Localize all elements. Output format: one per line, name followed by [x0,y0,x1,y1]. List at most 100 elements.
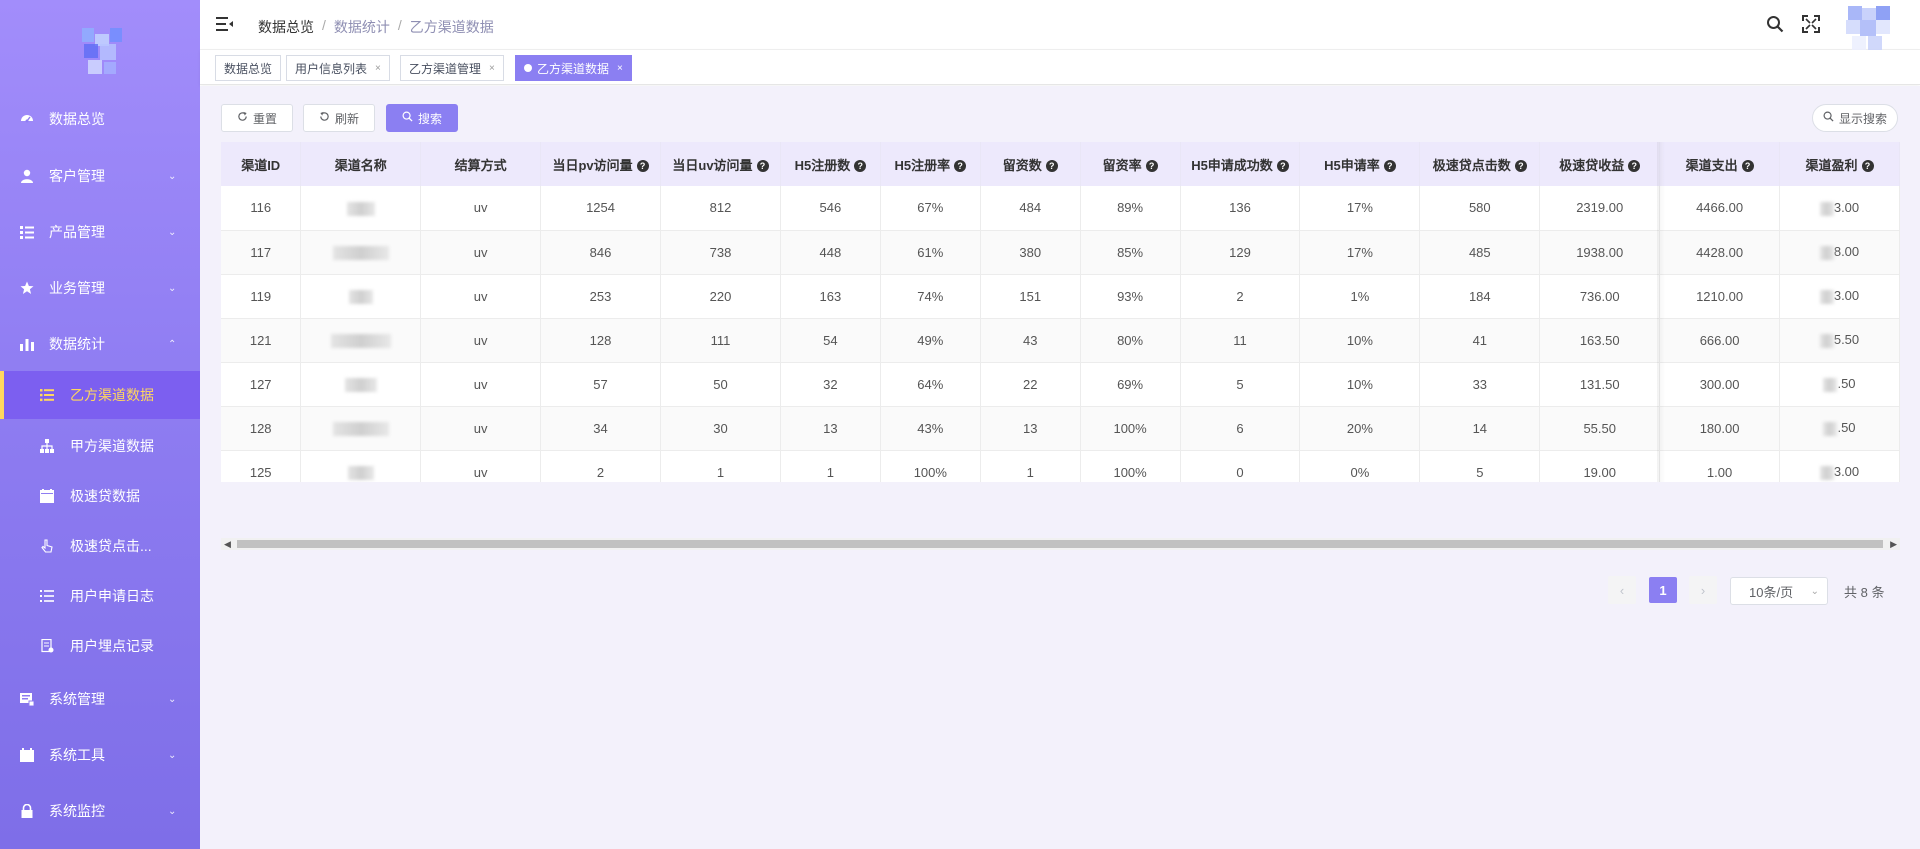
breadcrumb-item: 数据统计 [333,19,390,35]
refresh-button[interactable]: 刷新 [303,104,375,132]
logo [82,28,122,76]
table-cell: 61% [880,230,981,275]
user-icon [20,169,34,183]
menu-item-business[interactable]: 业务管理 ⌄ [0,263,200,313]
help-icon[interactable]: ? [854,160,867,173]
menu-item-system-management[interactable]: 系统管理 ⌄ [0,674,200,724]
search-button[interactable]: 搜索 [386,104,458,132]
fullscreen-icon[interactable] [1802,15,1820,36]
table-cell: 10% [1299,318,1421,363]
cell-value: 4466.00 [1696,200,1744,216]
horizontal-scrollbar[interactable]: ◀ ▶ [221,538,1900,550]
sidebar-item-party-b-channel-data[interactable]: 乙方渠道数据 [0,371,200,419]
table-cell: 163.50 [1539,318,1661,363]
table-row: 121 uv 128 111 54 49% 43 80% 11 10% 41 163.50 666.00… [221,318,1900,363]
help-icon[interactable]: ? [1861,160,1874,173]
tag-party-b-channel-data[interactable]: 乙方渠道数据 × [515,55,632,81]
table-cell: 116 [221,186,302,231]
scrollbar-thumb[interactable] [237,540,1883,548]
menu-item-statistics[interactable]: 数据统计 ⌃ [0,319,200,369]
cell-value: uv [473,244,488,260]
close-icon[interactable]: × [617,63,623,74]
menu-item-system-tools[interactable]: 系统工具 ⌄ [0,730,200,780]
table-cell: 736.00 [1539,274,1661,319]
chevron-down-icon: ⌄ [168,226,177,238]
cell-value: uv [473,332,488,348]
close-icon[interactable]: × [489,63,495,74]
column-header: 渠道ID [221,142,302,186]
sidebar-item-quick-loan-clicks[interactable]: 极速贷点击... [0,522,200,570]
menu-item-customers[interactable]: 客户管理 ⌄ [0,151,200,201]
help-icon[interactable]: ? [756,160,769,173]
table-cell: 119 [221,274,302,319]
cell-value: 111 [710,332,731,348]
cell-value: 32 [823,376,838,392]
table-cell: 3.00 [1779,450,1900,482]
page-number-current[interactable]: 1 [1649,577,1677,603]
help-icon[interactable]: ? [1383,160,1396,173]
table-cell: 5.50 [1779,318,1900,363]
star-icon [20,281,34,295]
table-cell: 448 [780,230,881,275]
table-cell: 580 [1419,186,1541,231]
search-icon[interactable] [1766,15,1784,36]
cell-value: 61% [917,244,944,260]
toggle-search-button[interactable]: 显示搜索 [1812,104,1898,132]
cell-value: 67% [917,200,944,216]
menu-item-system-monitor[interactable]: 系统监控 ⌄ [0,786,200,836]
menu-item-dashboard[interactable]: 数据总览 [0,94,200,144]
table-cell: 1254 [540,186,661,231]
page-size-select[interactable]: 10条/页 ⌄ [1730,577,1828,605]
breadcrumb-item[interactable]: 数据总览 [258,17,314,37]
tag-user-info-list[interactable]: 用户信息列表 × [286,55,390,81]
table-cell: 22 [980,362,1081,407]
calendar-icon [40,489,54,503]
cell-value: 0 [1236,464,1244,480]
prev-page-button[interactable]: ‹ [1608,576,1636,604]
hamburger-icon[interactable] [216,16,234,32]
column-header: H5申请成功数? [1180,142,1301,186]
help-icon[interactable]: ? [1741,160,1754,173]
reset-button[interactable]: 重置 [221,104,293,132]
help-icon[interactable]: ? [1045,160,1058,173]
sidebar-item-quick-loan-data[interactable]: 极速贷数据 [0,472,200,520]
sidebar-item-user-tracking-records[interactable]: 用户埋点记录 [0,622,200,670]
cell-value: 49% [917,332,944,348]
cell-value: 1 [716,464,725,480]
table-row: 125 uv 2 1 1 100% 1 100% 0 0% 5 19.00 1.00 3.00 [221,450,1900,482]
menu-item-products[interactable]: 产品管理 ⌄ [0,207,200,257]
close-icon[interactable]: × [375,63,381,74]
cell-value: 117 [250,244,272,260]
sidebar-item-party-a-channel-data[interactable]: 甲方渠道数据 [0,422,200,470]
table-cell: 34 [540,406,661,451]
scroll-right-arrow-icon[interactable]: ▶ [1890,539,1897,550]
table-cell: 127 [221,362,302,407]
cell-value: 1 [1026,464,1034,480]
cell-value: 3.00 [1833,199,1860,215]
help-icon[interactable]: ? [1145,160,1158,173]
help-icon[interactable]: ? [954,160,967,173]
column-header: 当日pv访问量? [540,142,661,186]
help-icon[interactable]: ? [1514,160,1527,173]
next-page-button[interactable]: › [1689,576,1717,604]
cell-value: 34 [593,420,608,436]
table-cell: 57 [540,362,661,407]
tag-party-b-channel-management[interactable]: 乙方渠道管理 × [400,55,504,81]
table-cell: uv [420,186,542,231]
column-header: 渠道支出? [1659,142,1781,186]
help-icon[interactable]: ? [1628,160,1641,173]
tag-dashboard[interactable]: 数据总览 [215,55,282,81]
column-header: 渠道名称 [300,142,422,186]
scroll-left-arrow-icon[interactable]: ◀ [224,539,231,550]
table-cell: 180.00 [1659,406,1781,451]
cell-value: 11 [1233,332,1247,348]
help-icon[interactable]: ? [1276,160,1289,173]
table: 渠道ID 渠道名称 结算方式 当日pv访问量? 当日uv访问量? H5注册数? H5注册率?… [221,142,1900,482]
sidebar-item-user-apply-log[interactable]: 用户申请日志 [0,572,200,620]
avatar[interactable] [1844,6,1892,54]
cell-value: uv [473,464,488,480]
table-cell: 0% [1299,450,1421,482]
table-cell: 20% [1299,406,1421,451]
table-cell: uv [420,362,542,407]
help-icon[interactable]: ? [636,160,649,173]
